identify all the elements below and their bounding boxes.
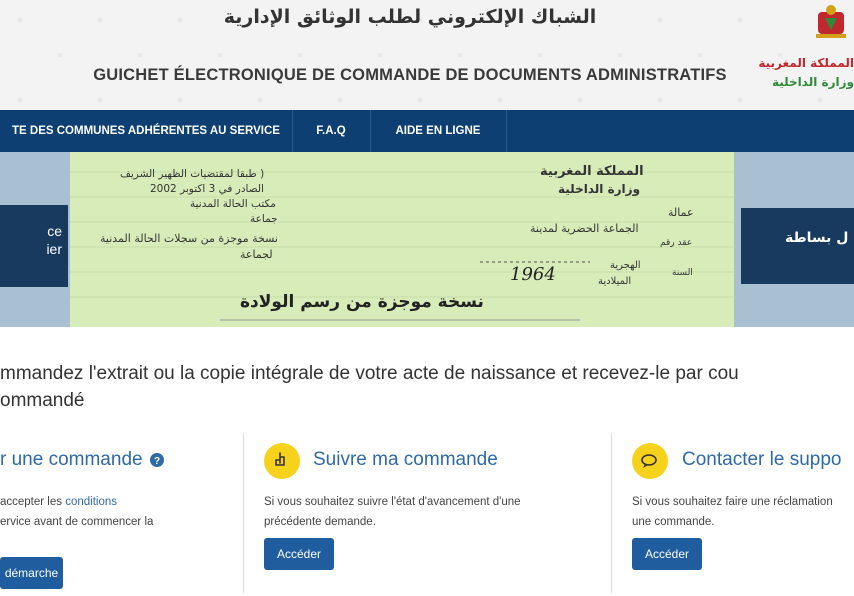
cert-commune2: جماعة bbox=[250, 213, 278, 225]
cert-commune: الجماعة الحضرية لمدينة bbox=[530, 222, 639, 235]
card-new-order-text: accepter les conditions ervice avant de … bbox=[0, 492, 153, 532]
logo-text-kingdom: المملكة المغربية bbox=[758, 56, 854, 70]
chat-bubbles-icon bbox=[632, 443, 668, 479]
card-track-order-text: Si vous souhaitez suivre l'état d'avance… bbox=[264, 492, 521, 532]
hero-right-button-label: ل بساطة bbox=[785, 230, 849, 246]
contact-support-button[interactable]: Accéder bbox=[632, 538, 702, 570]
moroccan-coat-of-arms-icon bbox=[816, 5, 846, 38]
card-contact-support-title[interactable]: Contacter le suppo bbox=[682, 449, 842, 471]
site-header: الشباك الإلكتروني لطلب الوثائق الإدارية … bbox=[0, 0, 854, 110]
intro-line-2: ommandé bbox=[0, 390, 85, 411]
cert-decree-1: ( طبقا لمقتضيات الظهير الشريف bbox=[120, 168, 265, 180]
card-track-order-text-line1: Si vous souhaitez suivre l'état d'avance… bbox=[264, 496, 521, 508]
hand-pointer-icon bbox=[264, 443, 300, 479]
column-divider bbox=[611, 433, 612, 593]
card-new-order-text-line2: ervice avant de commencer la bbox=[0, 516, 154, 528]
cert-contract-no: عقد رقم bbox=[660, 238, 693, 248]
cert-year-value: 1964 bbox=[510, 264, 556, 285]
hero-left-button-line1: ce bbox=[47, 223, 62, 239]
birth-certificate-image: المملكة المغربية وزارة الداخلية عمالة ال… bbox=[70, 152, 734, 327]
nav-item-aide[interactable]: AIDE EN LIGNE bbox=[370, 110, 507, 152]
cert-commune3: لجماعة bbox=[240, 248, 273, 261]
nav-item-faq[interactable]: F.A.Q bbox=[292, 110, 371, 152]
intro-text: mmandez l'extrait ou la copie intégrale … bbox=[0, 360, 854, 414]
hero-left-button-line2: ier bbox=[46, 241, 62, 257]
cert-office: مكتب الحالة المدنية bbox=[190, 198, 276, 210]
intro-line-1: mmandez l'extrait ou la copie intégrale … bbox=[0, 363, 739, 384]
card-track-order-title[interactable]: Suivre ma commande bbox=[313, 449, 498, 471]
logo-text-ministry: وزارة الداخلية bbox=[771, 75, 854, 89]
card-new-order-text-prefix: accepter les bbox=[0, 496, 66, 508]
cert-ministry: وزارة الداخلية bbox=[558, 182, 641, 196]
card-new-order-title-text: r une commande bbox=[0, 449, 143, 470]
cert-gregorian: الميلادية bbox=[598, 276, 632, 287]
main-nav: TE DES COMMUNES ADHÉRENTES AU SERVICE F.… bbox=[0, 110, 854, 152]
cert-footer-title: نسخة موجزة من رسم الولادة bbox=[240, 292, 484, 312]
card-contact-support-text-line1: Si vous souhaitez faire une réclamation bbox=[632, 496, 833, 508]
question-circle-icon[interactable]: ? bbox=[149, 452, 164, 467]
card-contact-support-text: Si vous souhaitez faire une réclamation … bbox=[632, 492, 833, 532]
nav-item-communes[interactable]: TE DES COMMUNES ADHÉRENTES AU SERVICE bbox=[0, 110, 293, 152]
cert-hijri: الهجرية bbox=[610, 260, 641, 271]
hero-right-button[interactable]: ل بساطة bbox=[741, 208, 854, 284]
card-contact-support-text-line2: une commande. bbox=[632, 516, 715, 528]
cert-year-label: السنة bbox=[672, 268, 693, 278]
hero-left-button[interactable]: ce ier bbox=[0, 205, 68, 287]
card-track-order-text-line2: précédente demande. bbox=[264, 516, 376, 528]
cert-kingdom: المملكة المغربية bbox=[540, 164, 644, 179]
svg-text:?: ? bbox=[154, 456, 160, 467]
card-new-order-title: r une commande ? bbox=[0, 449, 164, 471]
conditions-link[interactable]: conditions bbox=[65, 496, 117, 508]
start-process-button[interactable]: démarche bbox=[0, 557, 63, 589]
header-title-french: GUICHET ÉLECTRONIQUE DE COMMANDE DE DOCU… bbox=[93, 66, 727, 84]
cert-decree-2: الصادر في 3 اكتوبر 2002 bbox=[150, 183, 264, 195]
column-divider bbox=[243, 433, 244, 593]
track-order-button[interactable]: Accéder bbox=[264, 538, 334, 570]
cert-copy-from: نسخة موجزة من سجلات الحالة المدنية bbox=[100, 232, 278, 245]
header-title-arabic: الشباك الإلكتروني لطلب الوثائق الإدارية bbox=[223, 6, 597, 28]
cert-prefecture: عمالة bbox=[668, 206, 694, 219]
